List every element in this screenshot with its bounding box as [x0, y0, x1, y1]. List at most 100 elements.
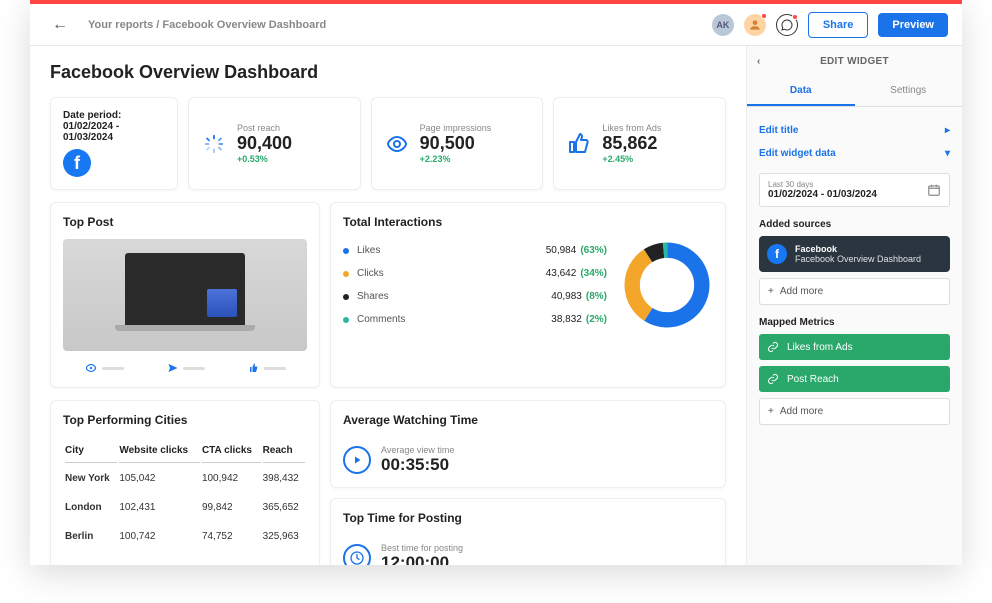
- dashboard: Facebook Overview Dashboard Date period:…: [30, 46, 746, 565]
- interactions-list: Likes50,984(63%) Clicks43,642(34%) Share…: [343, 239, 607, 331]
- share-button[interactable]: Share: [808, 12, 869, 38]
- main-area: Facebook Overview Dashboard Date period:…: [30, 46, 962, 565]
- cities-table: City Website clicks CTA clicks Reach New…: [63, 437, 307, 552]
- post-stat-likes: [248, 362, 286, 374]
- send-icon: [167, 362, 179, 374]
- cities-header-cta: CTA clicks: [202, 439, 261, 463]
- post-stat-views: [84, 361, 124, 375]
- back-button[interactable]: ←: [44, 12, 76, 38]
- link-icon: [767, 373, 779, 385]
- donut-chart: [621, 239, 713, 331]
- date-range-picker[interactable]: Last 30 days 01/02/2024 - 01/03/2024: [759, 173, 950, 207]
- add-source-button[interactable]: +Add more: [759, 278, 950, 305]
- added-sources-title: Added sources: [759, 219, 950, 230]
- edit-panel-back-button[interactable]: ‹: [757, 56, 761, 67]
- plus-icon: +: [768, 406, 774, 417]
- mapped-metric-likes[interactable]: Likes from Ads: [759, 334, 950, 360]
- cities-title: Top Performing Cities: [63, 413, 307, 427]
- impressions-value: 90,500: [420, 133, 492, 154]
- table-row: London102,43199,842365,652: [65, 494, 305, 521]
- post-stats: [63, 361, 307, 375]
- interaction-row-clicks: Clicks43,642(34%): [343, 262, 607, 285]
- source-subtitle: Facebook Overview Dashboard: [795, 254, 921, 264]
- avatar-ak[interactable]: AK: [712, 14, 734, 36]
- interaction-row-shares: Shares40,983(8%): [343, 285, 607, 308]
- topbar: ← Your reports / Facebook Overview Dashb…: [30, 4, 962, 46]
- post-time-label: Best time for posting: [381, 543, 463, 553]
- cities-header-web: Website clicks: [119, 439, 200, 463]
- post-reach-card: Post reach 90,400 +0.53%: [188, 97, 361, 190]
- notification-dot: [761, 13, 767, 19]
- tab-settings[interactable]: Settings: [855, 77, 963, 106]
- watch-label: Average view time: [381, 445, 454, 455]
- mapped-metrics-title: Mapped Metrics: [759, 317, 950, 328]
- cities-header-reach: Reach: [263, 439, 305, 463]
- interactions-title: Total Interactions: [343, 215, 713, 229]
- top-post-card: Top Post: [50, 202, 320, 388]
- date-range-value: 01/02/2024 - 01/03/2024: [768, 189, 877, 200]
- source-facebook[interactable]: f Facebook Facebook Overview Dashboard: [759, 236, 950, 272]
- edit-panel-tabs: Data Settings: [747, 77, 962, 107]
- date-period-label: Date period:: [63, 110, 165, 121]
- plus-icon: +: [768, 286, 774, 297]
- edit-widget-data-link[interactable]: Edit widget data▾: [759, 142, 950, 165]
- thumbs-up-icon: [248, 362, 260, 374]
- interaction-row-likes: Likes50,984(63%): [343, 239, 607, 262]
- notification-dot: [792, 14, 798, 20]
- bottom-row: Top Performing Cities City Website click…: [50, 400, 726, 565]
- page-title: Facebook Overview Dashboard: [50, 62, 726, 83]
- user-icon: [748, 18, 762, 32]
- mid-row: Top Post Total Interactions: [50, 202, 726, 388]
- page-impressions-card: Page impressions 90,500 +2.23%: [371, 97, 544, 190]
- facebook-logo-icon: f: [63, 149, 91, 177]
- chat-icon: [781, 19, 793, 31]
- date-period-card: Date period: 01/02/2024 - 01/03/2024 f: [50, 97, 178, 190]
- impressions-change: +2.23%: [420, 154, 492, 164]
- preview-button[interactable]: Preview: [878, 13, 948, 37]
- post-time-title: Top Time for Posting: [343, 511, 713, 525]
- eye-icon: [84, 361, 98, 375]
- cities-card: Top Performing Cities City Website click…: [50, 400, 320, 565]
- edit-panel-content: Edit title▸ Edit widget data▾ Last 30 da…: [747, 107, 962, 437]
- interaction-row-comments: Comments38,832(2%): [343, 308, 607, 331]
- metrics-row: Date period: 01/02/2024 - 01/03/2024 f P…: [50, 97, 726, 190]
- cities-header-city: City: [65, 439, 117, 463]
- watch-value: 00:35:50: [381, 455, 454, 475]
- post-reach-change: +0.53%: [237, 154, 292, 164]
- likes-ads-value: 85,862: [602, 133, 661, 154]
- edit-panel-title: EDIT WIDGET: [820, 56, 889, 67]
- chat-button[interactable]: [776, 14, 798, 36]
- avatar-user2[interactable]: [744, 14, 766, 36]
- edit-title-link[interactable]: Edit title▸: [759, 119, 950, 142]
- thumbs-up-icon: [566, 131, 592, 157]
- spinner-icon: [201, 131, 227, 157]
- mapped-metric-reach[interactable]: Post Reach: [759, 366, 950, 392]
- calendar-icon: [927, 183, 941, 197]
- likes-ads-label: Likes from Ads: [602, 123, 661, 133]
- watch-title: Average Watching Time: [343, 413, 713, 427]
- watch-time-card: Average Watching Time Average view time …: [330, 400, 726, 488]
- laptop-illustration: [115, 253, 255, 338]
- post-reach-label: Post reach: [237, 123, 292, 133]
- post-thumbnail[interactable]: [63, 239, 307, 351]
- post-time-card: Top Time for Posting Best time for posti…: [330, 498, 726, 565]
- avatar-ak-label: AK: [716, 20, 729, 30]
- right-column: Average Watching Time Average view time …: [330, 400, 726, 565]
- source-name: Facebook: [795, 244, 921, 254]
- facebook-icon: f: [767, 244, 787, 264]
- topbar-right: AK Share Preview: [712, 12, 948, 38]
- link-icon: [767, 341, 779, 353]
- chevron-down-icon: ▾: [945, 148, 950, 159]
- impressions-label: Page impressions: [420, 123, 492, 133]
- app-shell: ← Your reports / Facebook Overview Dashb…: [30, 0, 962, 565]
- post-reach-value: 90,400: [237, 133, 292, 154]
- tab-data[interactable]: Data: [747, 77, 855, 106]
- edit-widget-panel: ‹ EDIT WIDGET Data Settings Edit title▸ …: [746, 46, 962, 565]
- date-period-value: 01/02/2024 - 01/03/2024: [63, 121, 165, 143]
- add-metric-button[interactable]: +Add more: [759, 398, 950, 425]
- clock-icon: [343, 544, 371, 565]
- interactions-card: Total Interactions Likes50,984(63%) Clic…: [330, 202, 726, 388]
- top-post-title: Top Post: [63, 215, 307, 229]
- breadcrumb[interactable]: Your reports / Facebook Overview Dashboa…: [88, 19, 700, 31]
- chevron-right-icon: ▸: [945, 125, 950, 136]
